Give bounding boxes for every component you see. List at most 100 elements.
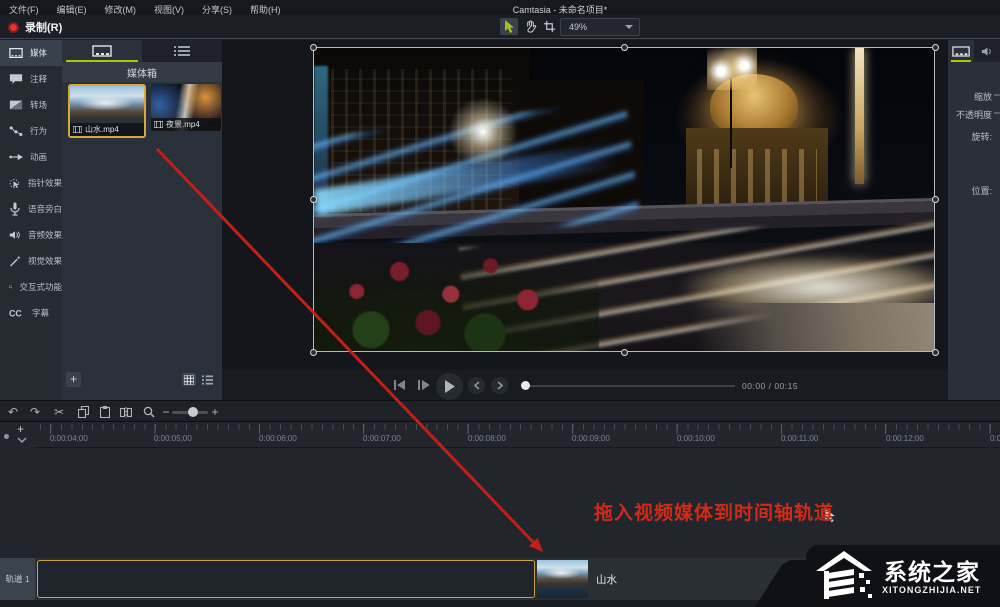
media-bin-header: 媒体箱: [62, 62, 222, 82]
play-button[interactable]: [436, 373, 463, 400]
crop-tool-button[interactable]: [540, 18, 558, 35]
tab-audio-properties[interactable]: [974, 40, 1000, 62]
paste-icon: [100, 406, 110, 418]
audio-speaker-icon: [9, 229, 21, 241]
grid-view-button[interactable]: [182, 373, 196, 386]
cut-button[interactable]: ✂: [50, 403, 68, 421]
ruler-label: 0:00:11;00: [781, 434, 818, 443]
ruler-label: 0:00:04;00: [50, 434, 88, 443]
sidebar-label-visual-effects: 视觉效果: [28, 255, 62, 267]
sidebar-label-animations: 动画: [30, 151, 47, 163]
previous-frame-button[interactable]: [468, 377, 485, 394]
record-button[interactable]: 录制(R): [8, 18, 62, 36]
sidebar-item-cursor-effects[interactable]: 指针效果: [0, 170, 62, 196]
next-frame-button[interactable]: [491, 377, 508, 394]
media-item-yejing[interactable]: 夜景.mp4: [151, 84, 221, 131]
grid-view-icon: [184, 375, 194, 385]
resize-handle-top-middle[interactable]: [621, 44, 628, 51]
video-file-icon: [154, 121, 163, 128]
clip-selection-placeholder[interactable]: [37, 560, 535, 598]
sidebar-label-annotations: 注释: [30, 73, 47, 85]
add-track-button[interactable]: +: [17, 422, 24, 436]
menu-edit[interactable]: 编辑(E): [48, 0, 96, 16]
clip-thumbnail[interactable]: [537, 560, 588, 598]
sidebar-item-annotations[interactable]: 注释: [0, 66, 62, 92]
pan-tool-button[interactable]: [521, 18, 539, 35]
paste-button[interactable]: [96, 403, 114, 421]
resize-handle-bottom-right[interactable]: [932, 349, 939, 356]
sidebar-item-interactivity[interactable]: 交互式功能: [0, 274, 62, 300]
resize-handle-middle-right[interactable]: [932, 196, 939, 203]
menu-view[interactable]: 视图(V): [145, 0, 193, 16]
tools-sidebar: 媒体 注释 转场 行为 动画: [0, 40, 62, 400]
playback-scrubber-knob[interactable]: [521, 381, 530, 390]
sidebar-label-interactivity: 交互式功能: [19, 281, 62, 293]
site-watermark: 系统之家 XITONGZHIJIA.NET: [806, 545, 1000, 607]
track-header[interactable]: 轨道 1: [0, 558, 35, 600]
step-forward-button[interactable]: [415, 377, 431, 392]
ruler-label: 0:00:10;00: [677, 434, 715, 443]
speaker-tab-icon: [981, 46, 994, 57]
sidebar-item-captions[interactable]: CC 字幕: [0, 300, 62, 326]
scale-slider[interactable]: [994, 94, 1000, 96]
list-view-tab-icon: [174, 45, 190, 57]
sidebar-item-animations[interactable]: 动画: [0, 144, 62, 170]
animation-arrow-icon: [9, 152, 23, 162]
app-window: 文件(F) 编辑(E) 修改(M) 视图(V) 分享(S) 帮助(H) Camt…: [0, 0, 1000, 607]
resize-handle-bottom-middle[interactable]: [621, 349, 628, 356]
timeline-zoom-search-icon[interactable]: [140, 403, 158, 421]
canvas-zoom-select[interactable]: 49%: [560, 18, 640, 36]
timeline-ruler[interactable]: 0:00:04;00 0:00:05;00 0:00:06;00 0:00:07…: [35, 422, 1000, 448]
menu-share[interactable]: 分享(S): [193, 0, 241, 16]
menu-help[interactable]: 帮助(H): [241, 0, 290, 16]
list-view-button[interactable]: [200, 373, 214, 386]
canvas-video-frame[interactable]: [313, 47, 935, 352]
sidebar-item-visual-effects[interactable]: 视觉效果: [0, 248, 62, 274]
media-panel-footer: +: [62, 370, 222, 390]
sidebar-label-voice-narration: 语音旁白: [28, 203, 62, 215]
zoom-in-button[interactable]: +: [206, 403, 224, 421]
record-dot-icon: [8, 22, 19, 33]
track-options-chevron-icon[interactable]: [17, 437, 27, 443]
tab-media-thumbnails[interactable]: [62, 40, 142, 62]
opacity-slider[interactable]: [994, 112, 1000, 114]
resize-handle-bottom-left[interactable]: [310, 349, 317, 356]
sidebar-item-behaviors[interactable]: 行为: [0, 118, 62, 144]
ruler-label: 0:00:12;00: [886, 434, 924, 443]
jump-to-start-button[interactable]: [391, 377, 407, 392]
sidebar-item-media[interactable]: 媒体: [0, 40, 62, 66]
tab-visual-properties[interactable]: [948, 40, 974, 62]
add-media-button[interactable]: +: [66, 372, 81, 387]
resize-handle-top-left[interactable]: [310, 44, 317, 51]
playback-scrubber-track[interactable]: [525, 385, 735, 387]
resize-handle-middle-left[interactable]: [310, 196, 317, 203]
undo-button[interactable]: ↶: [4, 403, 22, 421]
svg-text:CC: CC: [9, 309, 22, 318]
redo-button[interactable]: ↷: [26, 403, 44, 421]
sidebar-item-transitions[interactable]: 转场: [0, 92, 62, 118]
menu-modify[interactable]: 修改(M): [96, 0, 146, 16]
menu-file[interactable]: 文件(F): [0, 0, 48, 16]
photo-streetlight-glow: [447, 96, 519, 168]
chevron-left-icon: [474, 381, 480, 390]
ruler-label: 0:00:07;00: [363, 434, 401, 443]
sidebar-item-audio-effects[interactable]: 音频效果: [0, 222, 62, 248]
photo-flower-bushes: [314, 209, 599, 351]
ruler-label: 0:00:09;00: [572, 434, 610, 443]
rotation-label: 旋转:: [971, 130, 992, 143]
photo-street-lamps: [707, 48, 757, 90]
sidebar-label-behaviors: 行为: [30, 125, 47, 137]
copy-icon: [78, 406, 89, 418]
media-item-label: 山水.mp4: [70, 123, 144, 136]
properties-tabs: [948, 40, 1000, 62]
cursor-tool-button[interactable]: [500, 18, 518, 35]
timeline-zoom-slider-knob[interactable]: [188, 407, 198, 417]
sidebar-item-voice-narration[interactable]: 语音旁白: [0, 196, 62, 222]
track-name: 轨道 1: [5, 573, 29, 585]
copy-button[interactable]: [74, 403, 92, 421]
resize-handle-top-right[interactable]: [932, 44, 939, 51]
ruler-label: 0:00:05;00: [154, 434, 192, 443]
media-item-shanshui[interactable]: 山水.mp4: [68, 84, 146, 138]
split-button[interactable]: [117, 403, 135, 421]
tab-media-details-list[interactable]: [142, 40, 222, 62]
